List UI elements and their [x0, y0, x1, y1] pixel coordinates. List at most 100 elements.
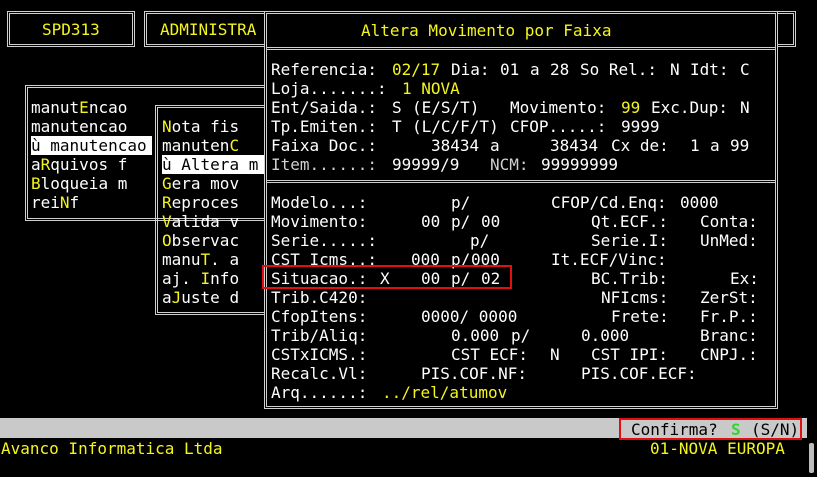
cstxicms-label: CSTxICMS.:: [271, 345, 368, 364]
idt-label: Idt:: [690, 60, 729, 79]
menu-item-hotkey: B: [31, 174, 41, 193]
cfop-itens-field[interactable]: 0000/ 0000: [421, 307, 517, 326]
cx-to-label: a: [710, 136, 720, 155]
so-rel-field[interactable]: N: [670, 60, 680, 79]
cx-de-label: Cx de:: [611, 136, 669, 155]
faixa-doc-label: Faixa Doc.:: [271, 136, 377, 155]
menu-item-hotkey: N: [162, 117, 172, 136]
cfop-itens-label: CfopItens:: [271, 307, 368, 326]
faixa-doc-to-label: a: [490, 136, 500, 155]
menu-item[interactable]: manuT. a: [162, 250, 239, 269]
scrollbar-thumb[interactable]: [809, 443, 814, 473]
dia-to-label: a: [530, 60, 540, 79]
menu-item-label: loqueia m: [40, 174, 128, 193]
arq-field[interactable]: ../rel/atumov: [382, 383, 507, 402]
menu-item[interactable]: aJuste d: [162, 288, 239, 307]
menu-item-label: manut: [31, 98, 80, 117]
faixa-doc-to-field[interactable]: 38434: [550, 136, 598, 155]
cnpj-label: CNPJ.:: [700, 345, 758, 364]
cx-from-field[interactable]: 1: [690, 136, 700, 155]
idt-field[interactable]: C: [740, 60, 750, 79]
menu-item-label: manuten: [162, 136, 230, 155]
conta-label: Conta:: [700, 212, 758, 231]
menu-item-label: a: [31, 155, 41, 174]
menu-item[interactable]: Valida v: [162, 212, 239, 231]
pis-cof-nf-label: PIS.COF.NF:: [421, 364, 527, 383]
unmed-label: UnMed:: [700, 231, 758, 250]
menu-item-label: manutencao: [50, 136, 147, 155]
movimento-separator: p/: [451, 212, 471, 231]
program-code: SPD313: [42, 20, 100, 39]
trib-aliq-to-field[interactable]: 0.000: [581, 326, 629, 345]
movimento-range-label: Movimento:: [271, 212, 368, 231]
menu-item-label: era mov: [171, 174, 240, 193]
menu-item-hotkey: A: [181, 155, 191, 174]
faixa-doc-from-field[interactable]: 38434: [431, 136, 479, 155]
menu-item[interactable]: manutEncao: [31, 98, 127, 117]
nficms-label: NFIcms:: [601, 288, 669, 307]
menu-item[interactable]: aRquivos f: [31, 155, 127, 174]
confirm-hint: (S/N): [751, 420, 800, 439]
menu-item-label: nfo: [210, 269, 240, 288]
menu-item-label: ota fis: [171, 117, 240, 136]
menu-item-hotkey: R: [162, 193, 172, 212]
menu-item-label: ù: [31, 136, 51, 155]
cst-ipi-label: CST IPI:: [591, 345, 669, 364]
movimento-from-field[interactable]: 00: [421, 212, 440, 231]
menu-item-label: ltera m: [190, 155, 259, 174]
menu-item-hotkey: R: [40, 155, 51, 174]
menu-item[interactable]: Nota fis: [162, 117, 239, 136]
ent-saida-field[interactable]: S: [392, 98, 402, 117]
cst-ecf-label: CST ECF:: [451, 345, 529, 364]
scrollbar[interactable]: [807, 0, 817, 477]
menu-item[interactable]: Gera mov: [162, 174, 239, 193]
tp-emiten-field[interactable]: T: [392, 117, 402, 136]
movimento-field[interactable]: 99: [621, 98, 640, 117]
menu-item-label: a: [162, 288, 172, 307]
menu-item[interactable]: Reproces: [162, 193, 239, 212]
menu-item-label: . a: [210, 250, 240, 269]
ncm-field[interactable]: 99999999: [541, 155, 618, 174]
menu-item-label: uste d: [181, 288, 240, 307]
menu-item-hotkey: N: [59, 193, 70, 212]
cfop-label: CFOP.....:: [510, 117, 607, 136]
menu-item-label: manutencao: [31, 117, 128, 136]
menu-item-label: rei: [31, 193, 60, 212]
menu-item-label: manu: [162, 250, 201, 269]
menu-item[interactable]: reiNf: [31, 193, 79, 212]
modelo-label: Modelo...:: [271, 193, 368, 212]
menu-item-hotkey: E: [79, 98, 89, 117]
confirm-field[interactable]: S: [731, 420, 741, 439]
referencia-field[interactable]: 02/17: [392, 60, 440, 79]
cx-to-field[interactable]: 99: [730, 136, 749, 155]
exc-dup-field[interactable]: N: [740, 98, 750, 117]
trib-c420-label: Trib.C420:: [271, 288, 368, 307]
menu-item-hotkey: V: [162, 212, 172, 231]
movimento-to-field[interactable]: 00: [481, 212, 500, 231]
serie-i-label: Serie.I:: [591, 231, 669, 250]
menu-item[interactable]: Observac: [162, 231, 239, 250]
modelo-separator: p/: [451, 193, 471, 212]
menu-item[interactable]: manutenC: [162, 136, 239, 155]
loja-field[interactable]: 1 NOVA: [402, 79, 460, 98]
menu-item[interactable]: Bloqueia m: [31, 174, 127, 193]
menu-item[interactable]: ù manutencao: [31, 136, 152, 155]
referencia-label: Referencia:: [271, 60, 377, 79]
loja-label: Loja.......:: [271, 79, 387, 98]
menu-item[interactable]: ù Altera m: [162, 155, 264, 174]
cfop-cd-enq-field[interactable]: 0000: [680, 193, 719, 212]
dia-to-field[interactable]: 28: [550, 60, 569, 79]
cfop-field[interactable]: 9999: [621, 117, 660, 136]
dia-from-field[interactable]: 01: [500, 60, 519, 79]
dialog-title: Altera Movimento por Faixa: [361, 21, 612, 40]
cst-ecf-field[interactable]: N: [550, 345, 560, 364]
serie-separator: p/: [470, 231, 490, 250]
so-rel-label: So Rel.:: [580, 60, 658, 79]
item-field[interactable]: 99999/9: [392, 155, 459, 174]
dialog-title-divider: [267, 47, 775, 51]
item-label: Item......:: [271, 155, 377, 174]
trib-aliq-from-field[interactable]: 0.000: [451, 326, 499, 345]
menu-item[interactable]: manutencao: [31, 117, 127, 136]
menu-item[interactable]: aj. Info: [162, 269, 239, 288]
menu-item-label: ù: [162, 155, 182, 174]
